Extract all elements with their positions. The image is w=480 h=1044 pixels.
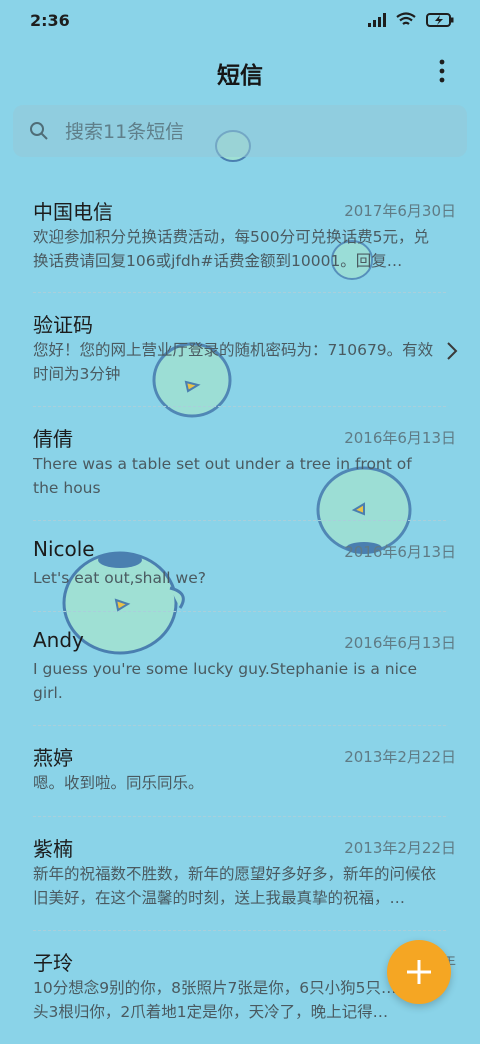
message-date: 2013年2月22日: [344, 839, 456, 857]
signal-icon: [368, 12, 386, 27]
sender-name: Nicole: [33, 537, 95, 561]
conversation-item[interactable]: Nicole 2016年6月13日 Let's eat out,shall we…: [33, 521, 456, 612]
message-preview: 新年的祝福数不胜数，新年的愿望好多好多，新年的问候依旧美好，在这个温馨的时刻，送…: [33, 865, 437, 907]
message-list: 中国电信 2017年6月30日 欢迎参加积分兑换话费活动，每500分可兑换话费5…: [0, 180, 480, 1044]
sender-name: 中国电信: [33, 200, 113, 224]
search-icon: [30, 122, 48, 140]
message-date: 2016年6月13日: [344, 634, 456, 652]
conversation-item[interactable]: 紫楠 2013年2月22日 新年的祝福数不胜数，新年的愿望好多好多，新年的问候依…: [33, 817, 456, 931]
message-date: 2013年2月22日: [344, 748, 456, 766]
message-date: 2017年6月30日: [344, 202, 456, 220]
sender-name: Andy: [33, 628, 84, 652]
conversation-item[interactable]: Andy 2016年6月13日 I guess you're some luck…: [33, 612, 456, 726]
page-title: 短信: [217, 63, 263, 89]
conversation-item[interactable]: 子玲 2013年 10分想念9别的你，8张照片7张是你，6只小狗5只…4根骨头3…: [33, 931, 456, 1044]
chevron-right-icon[interactable]: [446, 341, 458, 361]
battery-charging-icon: [426, 12, 454, 27]
sender-name: 紫楠: [33, 837, 73, 861]
search-bar[interactable]: [13, 105, 467, 157]
sender-name: 子玲: [33, 951, 73, 975]
message-date: 2016年6月13日: [344, 543, 456, 561]
status-bar: 2:36: [0, 0, 480, 44]
message-preview: There was a table set out under a tree i…: [33, 455, 412, 497]
message-date: 2016年6月13日: [344, 429, 456, 447]
status-time: 2:36: [30, 11, 70, 30]
message-preview: 嗯。收到啦。同乐同乐。: [33, 774, 204, 792]
sender-name: 验证码: [33, 313, 93, 337]
conversation-item[interactable]: 验证码 您好！您的网上营业厅登录的随机密码为：710679。有效时间为3分钟: [33, 293, 458, 407]
search-input[interactable]: [63, 113, 447, 151]
message-preview: 10分想念9别的你，8张照片7张是你，6只小狗5只…4根骨头3根归你，2爪着地1…: [33, 979, 438, 1021]
app-header: 短信: [0, 44, 480, 100]
conversation-item[interactable]: 中国电信 2017年6月30日 欢迎参加积分兑换话费活动，每500分可兑换话费5…: [33, 180, 456, 293]
new-message-button[interactable]: [387, 940, 451, 1004]
sender-name: 倩倩: [33, 427, 73, 451]
message-preview: Let's eat out,shall we?: [33, 569, 206, 587]
conversation-item[interactable]: 燕婷 2013年2月22日 嗯。收到啦。同乐同乐。: [33, 726, 456, 817]
message-preview: I guess you're some lucky guy.Stephanie …: [33, 660, 417, 702]
conversation-item[interactable]: 倩倩 2016年6月13日 There was a table set out …: [33, 407, 456, 521]
message-preview: 欢迎参加积分兑换话费活动，每500分可兑换话费5元，兑换话费请回复106或jfd…: [33, 228, 429, 270]
plus-icon: [407, 960, 431, 984]
message-preview: 您好！您的网上营业厅登录的随机密码为：710679。有效时间为3分钟: [33, 341, 434, 383]
more-vertical-icon[interactable]: [430, 56, 454, 86]
sender-name: 燕婷: [33, 746, 73, 770]
wifi-icon: [396, 12, 416, 25]
